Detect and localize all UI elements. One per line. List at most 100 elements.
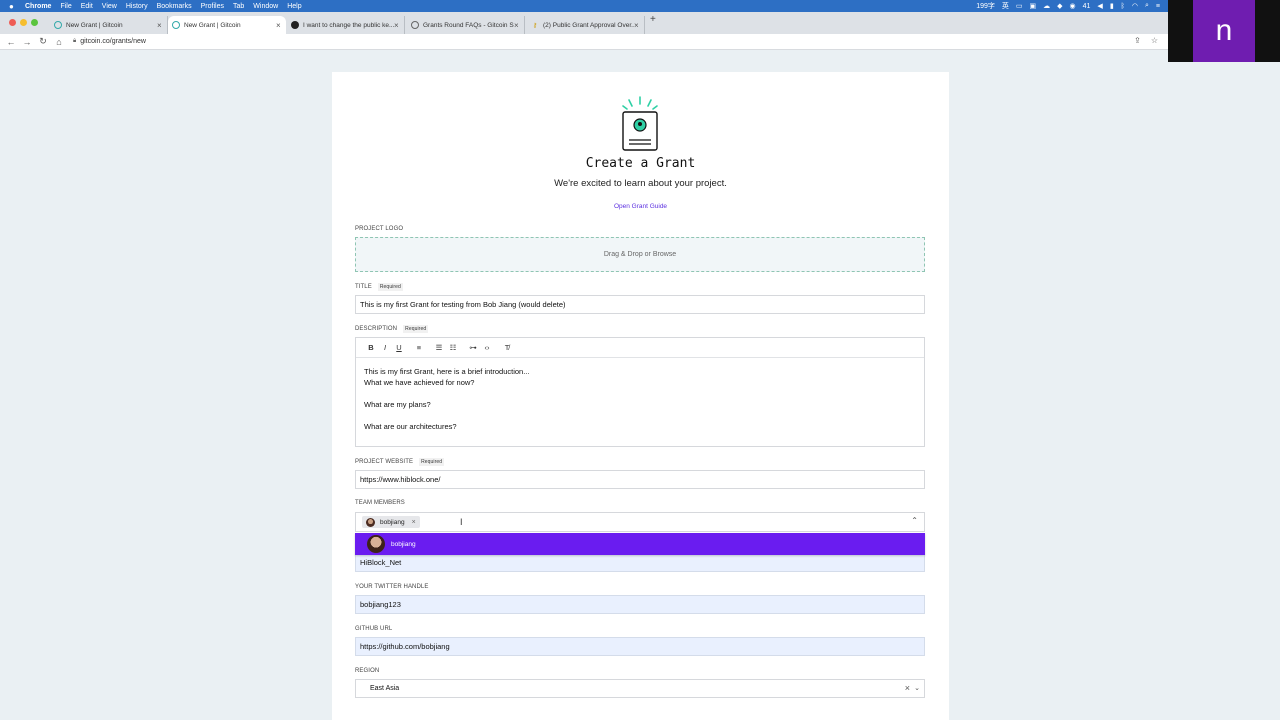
title-input[interactable]: This is my first Grant for testing from … xyxy=(355,295,925,314)
close-tab-icon[interactable]: × xyxy=(157,21,167,30)
chevron-down-icon[interactable]: ⌄ xyxy=(914,684,920,692)
website-input[interactable]: https://www.hiblock.one/ xyxy=(355,470,925,489)
ime-icon[interactable]: 英 xyxy=(1002,1,1009,11)
bold-icon[interactable]: B xyxy=(364,343,378,352)
apple-icon[interactable]: ● xyxy=(9,2,19,11)
twitter-handle-input[interactable]: bobjiang123 xyxy=(355,595,925,614)
menu-bookmarks[interactable]: Bookmarks xyxy=(157,3,192,10)
menu-file[interactable]: File xyxy=(60,3,71,10)
align-icon[interactable]: ≡ xyxy=(412,343,426,352)
editor-toolbar: B I U ≡ ☰ ☷ ⊶ ‹› T̸ xyxy=(356,338,924,358)
project-logo-label: PROJECT LOGO xyxy=(355,226,404,232)
avatar xyxy=(367,535,385,553)
new-tab-icon[interactable]: + xyxy=(650,14,656,25)
close-tab-icon[interactable]: × xyxy=(276,21,286,30)
home-icon[interactable]: ⌂ xyxy=(51,37,67,47)
chat-count: 41 xyxy=(1082,2,1091,10)
macos-menubar: ● Chrome File Edit View History Bookmark… xyxy=(0,0,1280,12)
shield-icon[interactable]: ◆ xyxy=(1057,2,1062,10)
clear-format-icon[interactable]: T̸ xyxy=(500,343,514,352)
menu-help[interactable]: Help xyxy=(287,3,301,10)
description-text[interactable]: This is my first Grant, here is a brief … xyxy=(356,358,924,440)
logo-dropzone[interactable]: Drag & Drop or Browse xyxy=(355,237,925,272)
tab-approval[interactable]: ⚷ (2) Public Grant Approval Over... × xyxy=(527,16,645,34)
control-center-icon[interactable]: ≡ xyxy=(1156,3,1160,10)
italic-icon[interactable]: I xyxy=(378,343,392,352)
title-label: TITLE Required xyxy=(355,283,403,291)
team-members-label: TEAM MEMBERS xyxy=(355,500,405,506)
close-tab-icon[interactable]: × xyxy=(634,21,644,30)
menu-window[interactable]: Window xyxy=(253,3,278,10)
browser-tab-strip: New Grant | Gitcoin × New Grant | Gitcoi… xyxy=(0,12,1168,34)
gitcoin-icon xyxy=(411,21,419,29)
grant-form-card: Create a Grant We're excited to learn ab… xyxy=(332,72,949,720)
cloud-icon[interactable]: ☁ xyxy=(1043,2,1050,10)
chat-icon[interactable]: ◉ xyxy=(1070,2,1076,10)
bullet-list-icon[interactable]: ☷ xyxy=(446,343,460,352)
menu-history[interactable]: History xyxy=(126,3,148,10)
page-subtitle: We're excited to learn about your projec… xyxy=(554,178,727,189)
underline-icon[interactable]: U xyxy=(392,343,406,352)
required-badge: Required xyxy=(419,458,445,466)
status-text: 199字 xyxy=(976,3,995,10)
gitcoin-icon xyxy=(54,21,62,29)
tab-new-grant-active[interactable]: New Grant | Gitcoin × xyxy=(168,16,286,34)
open-grant-guide-link[interactable]: Open Grant Guide xyxy=(332,203,949,210)
battery-icon[interactable]: ▮ xyxy=(1110,2,1114,10)
clear-icon[interactable]: × xyxy=(905,683,910,693)
clipboard-icon[interactable]: ▣ xyxy=(1030,2,1037,10)
status-area: 199字 英 ▭ ▣ ☁ ◆ ◉ 41 ◀ ▮ ᛒ ◠ ⌕ ≡ xyxy=(976,0,1160,12)
team-member-option[interactable]: bobjiang xyxy=(355,533,925,555)
github-icon xyxy=(291,21,299,29)
gitcoin-icon xyxy=(172,21,180,29)
volume-icon[interactable]: ◀ xyxy=(1097,2,1102,10)
close-tab-icon[interactable]: × xyxy=(514,21,524,30)
reload-icon[interactable]: ↻ xyxy=(35,36,51,47)
bookmark-star-icon[interactable]: ☆ xyxy=(1151,36,1158,45)
code-icon[interactable]: ‹› xyxy=(480,343,494,352)
link-icon[interactable]: ⊶ xyxy=(466,343,480,352)
share-icon[interactable]: ⇪ xyxy=(1134,36,1141,45)
key-icon: ⚷ xyxy=(532,22,538,29)
github-label: GITHUB URL xyxy=(355,626,393,632)
back-icon[interactable]: ← xyxy=(3,37,19,47)
bluetooth-icon[interactable]: ᛒ xyxy=(1121,3,1125,10)
tab-new-grant-1[interactable]: New Grant | Gitcoin × xyxy=(50,16,168,34)
overlay-badge: n xyxy=(1193,0,1255,62)
description-editor[interactable]: B I U ≡ ☰ ☷ ⊶ ‹› T̸ This is my first Gra… xyxy=(355,337,925,447)
text-cursor-icon: I xyxy=(460,517,463,527)
forward-icon[interactable]: → xyxy=(19,37,35,47)
twitter-handle-project-input[interactable]: HiBlock_Net xyxy=(355,553,925,572)
search-icon[interactable]: ⌕ xyxy=(1145,2,1149,10)
menu-tab[interactable]: Tab xyxy=(233,3,244,10)
overlay-letter: n xyxy=(1193,0,1255,62)
description-label: DESCRIPTION Required xyxy=(355,325,429,333)
required-badge: Required xyxy=(403,325,429,333)
address-bar: ← → ↻ ⌂ 🔒︎ gitcoin.co/grants/new ⇪ ☆ xyxy=(0,34,1168,50)
region-select[interactable]: East Asia × ⌄ xyxy=(355,679,925,698)
menu-profiles[interactable]: Profiles xyxy=(201,3,224,10)
close-window-button[interactable] xyxy=(9,19,16,26)
tab-grants-faq[interactable]: Grants Round FAQs - Gitcoin S... × xyxy=(407,16,525,34)
team-members-select[interactable]: bobjiang × I ⌃ xyxy=(355,512,925,532)
remove-chip-icon[interactable]: × xyxy=(412,519,416,526)
lock-icon[interactable]: 🔒︎ xyxy=(73,38,76,45)
chevron-up-icon[interactable]: ⌃ xyxy=(911,516,918,525)
close-tab-icon[interactable]: × xyxy=(394,21,404,30)
tab-github-issue[interactable]: I want to change the public ke... × xyxy=(287,16,405,34)
page-title: Create a Grant xyxy=(585,156,696,171)
url-field[interactable]: 🔒︎ gitcoin.co/grants/new xyxy=(73,38,146,45)
required-badge: Required xyxy=(377,283,403,291)
zoom-window-button[interactable] xyxy=(31,19,38,26)
ordered-list-icon[interactable]: ☰ xyxy=(432,343,446,352)
minimize-window-button[interactable] xyxy=(20,19,27,26)
avatar xyxy=(366,517,375,527)
wifi-icon[interactable]: ◠ xyxy=(1132,2,1138,10)
github-url-input[interactable]: https://github.com/bobjiang xyxy=(355,637,925,656)
menu-view[interactable]: View xyxy=(102,3,117,10)
screen-icon[interactable]: ▭ xyxy=(1016,2,1023,10)
grant-logo-icon xyxy=(622,96,658,151)
menu-edit[interactable]: Edit xyxy=(81,3,93,10)
menu-app[interactable]: Chrome xyxy=(25,3,51,10)
website-label: PROJECT WEBSITE Required xyxy=(355,458,445,466)
